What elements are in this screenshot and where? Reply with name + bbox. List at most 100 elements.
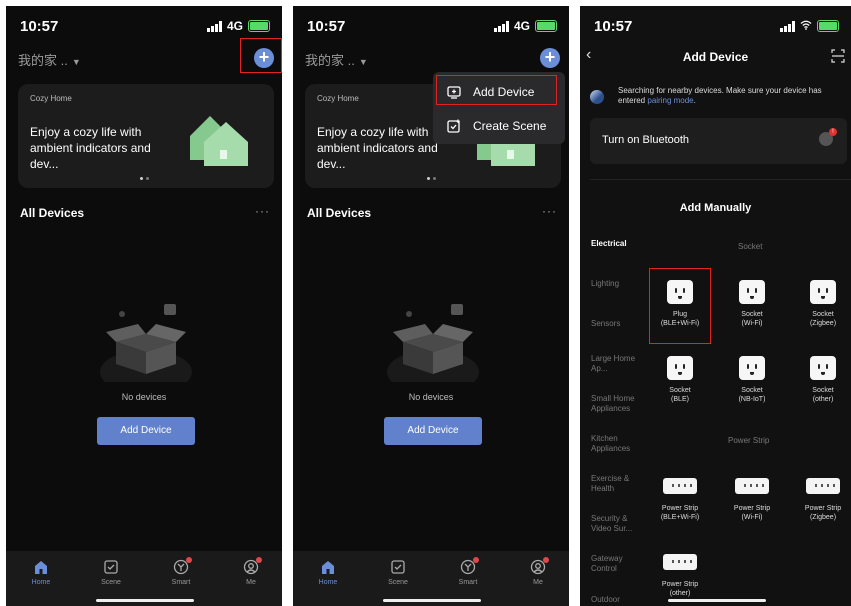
device-socket-wifi[interactable]: Socket (Wi-Fi) [722,280,782,328]
power-strip-icon [663,554,697,570]
notification-badge [473,557,479,563]
tab-me[interactable]: Me [231,557,271,586]
device-socket-nb-iot[interactable]: Socket (NB-IoT) [722,356,782,404]
empty-box-icon [100,304,192,382]
banner-text: Enjoy a cozy life with ambient indicator… [30,125,151,171]
socket-icon [810,356,836,380]
empty-box-icon [387,304,479,382]
socket-icon [667,356,693,380]
add-plus-button[interactable]: + [540,48,560,68]
category-electrical[interactable]: Electrical [591,239,651,249]
house-icon [190,116,248,166]
pairing-mode-link[interactable]: pairing mode [647,96,693,105]
home-selector[interactable]: 我的家 .. ▼ [305,50,368,69]
notification-badge [256,557,262,563]
battery-icon [535,20,557,32]
menu-item-create-scene[interactable]: Create Scene [433,111,565,141]
profile-icon [243,557,262,575]
all-devices-heading: All Devices [307,206,372,220]
device-power-strip-wifi[interactable]: Power Strip (Wi-Fi) [722,478,782,522]
status-time: 10:57 [20,18,59,35]
section-socket-heading: Socket [738,242,763,251]
page-title: Add Device [682,50,749,64]
category-kitchen-appliances[interactable]: Kitchen Appliances [591,434,639,454]
signal-icon [493,20,509,32]
more-icon[interactable]: ··· [542,204,557,218]
more-icon[interactable]: ··· [255,204,270,218]
category-large-home-appliances[interactable]: Large Home Ap... [591,354,639,374]
screen-home: 10:57 4G 我的家 .. ▼ + Cozy Home Enjoy a coz… [6,6,282,606]
smart-icon [173,557,192,575]
tab-bar: Home Scene Smart Me [6,551,282,606]
warning-badge: ! [829,128,837,136]
caret-down-icon: ▼ [358,57,368,67]
tab-scene[interactable]: Scene [378,559,418,586]
tab-scene[interactable]: Scene [91,559,131,586]
device-power-strip-zigbee[interactable]: Power Strip (Zigbee) [793,478,851,522]
banner-caption: Cozy Home [317,94,359,103]
socket-icon [739,356,765,380]
tab-home[interactable]: Home [308,559,348,586]
tab-smart[interactable]: Smart [161,557,201,586]
banner-card[interactable]: Cozy Home Enjoy a cozy life with ambient… [18,84,274,188]
highlight-box [649,268,711,344]
highlight-box [436,75,557,105]
status-time: 10:57 [307,18,346,35]
caret-down-icon: ▼ [71,57,81,67]
scene-icon [390,559,406,575]
all-devices-heading: All Devices [20,206,85,220]
home-indicator [383,599,481,602]
section-power-strip-heading: Power Strip [728,436,770,445]
category-exercise-health[interactable]: Exercise & Health [591,474,639,494]
category-small-home-appliances[interactable]: Small Home Appliances [591,394,647,414]
home-indicator [668,599,766,602]
socket-icon [810,280,836,304]
power-strip-icon [663,478,697,494]
device-power-strip-ble-wifi[interactable]: Power Strip (BLE+Wi-Fi) [650,478,710,522]
banner-caption: Cozy Home [30,94,72,103]
category-outdoor[interactable]: Outdoor [591,595,651,605]
tab-bar: Home Scene Smart Me [293,551,569,606]
category-sensors[interactable]: Sensors [591,319,651,329]
power-strip-icon [735,478,769,494]
tab-me[interactable]: Me [518,557,558,586]
status-bar: 10:57 [580,18,851,38]
home-icon [320,559,336,575]
tab-home[interactable]: Home [21,559,61,586]
profile-icon [530,557,549,575]
screen-home-menu: 10:57 4G 我的家 .. ▼ + Cozy Home Enjoy a coz… [293,6,569,606]
status-bar: 10:57 4G [6,18,282,38]
tab-smart[interactable]: Smart [448,557,488,586]
searching-spinner-icon [590,90,604,104]
category-lighting[interactable]: Lighting [591,279,651,289]
scan-icon[interactable] [831,49,845,63]
add-device-button[interactable]: Add Device [97,417,195,445]
status-time: 10:57 [594,18,633,35]
home-selector[interactable]: 我的家 .. ▼ [18,50,81,69]
create-scene-icon [447,119,460,133]
socket-icon [739,280,765,304]
category-gateway-control[interactable]: Gateway Control [591,554,639,574]
carrier-label: 4G [513,19,530,33]
carrier-label: 4G [226,19,243,33]
pager-dots [427,177,436,180]
device-socket-zigbee[interactable]: Socket (Zigbee) [793,280,851,328]
signal-icon [206,20,222,32]
smart-icon [460,557,479,575]
add-device-button[interactable]: Add Device [384,417,482,445]
scene-icon [103,559,119,575]
device-socket-other[interactable]: Socket (other) [793,356,851,404]
turn-on-bluetooth-row[interactable]: Turn on Bluetooth ! [590,118,847,164]
notification-badge [186,557,192,563]
category-security-video[interactable]: Security & Video Sur... [591,514,641,534]
signal-icon [780,20,795,32]
power-strip-icon [806,478,840,494]
add-manually-heading: Add Manually [679,202,752,214]
device-power-strip-other[interactable]: Power Strip (other) [650,554,710,598]
home-indicator [96,599,194,602]
device-socket-ble[interactable]: Socket (BLE) [650,356,710,404]
status-bar: 10:57 4G [293,18,569,38]
no-devices-text: No devices [121,392,167,402]
screen-add-device: 10:57 ‹ Add Device Searching for nearby … [580,6,851,606]
wifi-icon [800,19,812,33]
